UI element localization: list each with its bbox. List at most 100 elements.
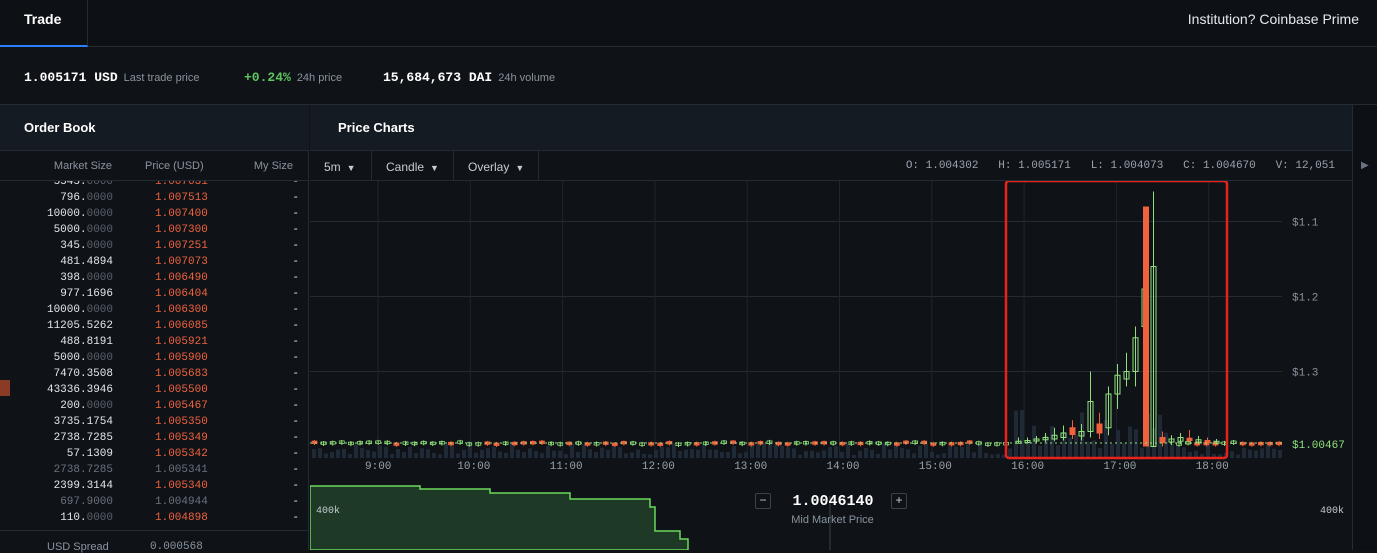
- row-size: 398.0000: [60, 272, 113, 284]
- volume-bar: [918, 445, 922, 458]
- order-book-row[interactable]: 481.4894 1.007073 -: [0, 254, 309, 270]
- volume-bar: [636, 449, 640, 458]
- row-my-size: -: [292, 384, 299, 396]
- row-size: 7470.3508: [53, 368, 113, 380]
- row-price: 1.005900: [155, 352, 208, 364]
- order-book-row[interactable]: 2738.7285 1.005341 -: [0, 462, 309, 478]
- order-book-columns: Market Size Price (USD) My Size: [0, 151, 309, 181]
- order-book-row[interactable]: 57.1309 1.005342 -: [0, 446, 309, 462]
- ohlc-close: C: 1.004670: [1183, 160, 1256, 172]
- volume-bar: [348, 454, 352, 458]
- row-size: 488.8191: [60, 336, 113, 348]
- volume-bar: [528, 448, 532, 458]
- row-price: 1.005342: [155, 448, 208, 460]
- row-my-size: -: [292, 256, 299, 268]
- ohlc-high: H: 1.005171: [998, 160, 1071, 172]
- zoom-out-button[interactable]: −: [755, 493, 771, 509]
- row-price: 1.007513: [155, 192, 208, 204]
- order-book-row[interactable]: 796.0000 1.007513 -: [0, 190, 309, 206]
- bid-depth-area: [310, 485, 689, 550]
- volume-bar: [708, 449, 712, 458]
- row-price: 1.007300: [155, 224, 208, 236]
- volume-bar: [732, 446, 736, 458]
- row-my-size: -: [292, 240, 299, 252]
- order-book-row[interactable]: 5000.0000 1.005900 -: [0, 350, 309, 366]
- order-book-rows[interactable]: 5545.0000 1.007631-796.0000 1.007513-10000…: [0, 181, 309, 522]
- order-book-row[interactable]: 10000.0000 1.007400 -: [0, 206, 309, 222]
- volume-bar: [1032, 425, 1036, 458]
- order-book-row[interactable]: 200.0000 1.005467 -: [0, 398, 309, 414]
- x-tick-label: 10:00: [457, 461, 490, 473]
- order-book-row[interactable]: 43336.3946 1.005500 -: [0, 382, 309, 398]
- volume-bar: [318, 448, 322, 458]
- volume-bar: [876, 453, 880, 458]
- row-price: 1.005500: [155, 384, 208, 396]
- volume-bar: [978, 445, 982, 458]
- volume-bars: [312, 410, 1282, 458]
- coinbase-prime-link[interactable]: Institution? Coinbase Prime: [1188, 11, 1359, 27]
- mid-market-price: − 1.0046140 + Mid Market Price: [755, 491, 910, 531]
- order-book-row[interactable]: 2399.3144 1.005340 -: [0, 478, 309, 494]
- row-price: 1.005467: [155, 400, 208, 412]
- row-price: 1.005349: [155, 432, 208, 444]
- chart-toolbar: 5m ▼ Candle ▼ Overlay ▼ O: 1.004302 H: 1.00…: [310, 151, 1377, 181]
- volume-bar: [1140, 447, 1144, 458]
- x-tick-label: 14:00: [827, 461, 860, 473]
- play-icon[interactable]: ▶: [1352, 151, 1377, 181]
- volume-bar: [396, 449, 400, 458]
- volume-bar: [642, 453, 646, 458]
- col-price: Price (USD): [145, 160, 204, 172]
- volume-bar: [1026, 441, 1030, 458]
- row-price: 1.006404: [155, 288, 208, 300]
- order-book-row[interactable]: 2738.7285 1.005349 -: [0, 430, 309, 446]
- overlay-dropdown[interactable]: Overlay ▼: [454, 151, 539, 181]
- order-book-row[interactable]: 3735.1754 1.005350 -: [0, 414, 309, 430]
- volume-bar: [744, 451, 748, 458]
- volume-bar: [1110, 444, 1114, 458]
- order-book-row[interactable]: 110.0000 1.004898 -: [0, 510, 309, 522]
- volume-bar: [1206, 444, 1210, 458]
- order-book-row[interactable]: 11205.5262 1.006085 -: [0, 318, 309, 334]
- volume-bar: [1260, 448, 1264, 458]
- volume-bar: [1068, 437, 1072, 458]
- interval-dropdown[interactable]: 5m ▼: [310, 151, 372, 181]
- volume-bar: [1254, 450, 1258, 458]
- volume-bar: [972, 452, 976, 458]
- order-book-row[interactable]: 345.0000 1.007251 -: [0, 238, 309, 254]
- candles: [310, 191, 1282, 448]
- order-book-row[interactable]: 7470.3508 1.005683 -: [0, 366, 309, 382]
- order-book-row[interactable]: 398.0000 1.006490 -: [0, 270, 309, 286]
- col-market-size: Market Size: [53, 160, 112, 172]
- row-size: 2738.7285: [53, 432, 113, 444]
- row-price: 1.007400: [155, 208, 208, 220]
- overlay-value: Overlay: [468, 160, 510, 174]
- order-book-row[interactable]: 5000.0000 1.007300 -: [0, 222, 309, 238]
- y-tick-label: $1.3: [1292, 368, 1318, 380]
- volume-bar: [384, 447, 388, 458]
- volume-bar: [726, 452, 730, 458]
- volume-bar: [924, 444, 928, 458]
- tab-trade[interactable]: Trade: [0, 0, 88, 47]
- order-book-row[interactable]: 488.8191 1.005921 -: [0, 334, 309, 350]
- row-size: 43336.3946: [46, 384, 113, 396]
- last-trade-price-value: 1.005171 USD: [24, 70, 118, 85]
- mid-market-value: 1.0046140: [792, 493, 874, 510]
- volume-bar: [768, 443, 772, 458]
- zoom-in-button[interactable]: +: [891, 493, 907, 509]
- volume-bar: [1128, 426, 1132, 458]
- volume-bar: [648, 454, 652, 458]
- row-price: 1.006490: [155, 272, 208, 284]
- chart-type-dropdown[interactable]: Candle ▼: [372, 151, 454, 181]
- row-size: 57.1309: [66, 448, 113, 460]
- volume-bar: [366, 450, 370, 458]
- volume-bar: [312, 449, 316, 458]
- order-book-row[interactable]: 697.9000 1.004944 -: [0, 494, 309, 510]
- order-book-row[interactable]: 977.1696 1.006404 -: [0, 286, 309, 302]
- volume-bar: [996, 454, 1000, 458]
- y-axis-ticks: $1.3 $1.2 $1.1: [1292, 218, 1319, 380]
- order-book-row[interactable]: 5545.0000 1.007631 -: [0, 181, 309, 190]
- x-tick-label: 9:00: [365, 461, 391, 473]
- order-book-row[interactable]: 10000.0000 1.006300 -: [0, 302, 309, 318]
- depth-right-label: 400k: [1320, 505, 1344, 517]
- x-tick-label: 15:00: [919, 461, 952, 473]
